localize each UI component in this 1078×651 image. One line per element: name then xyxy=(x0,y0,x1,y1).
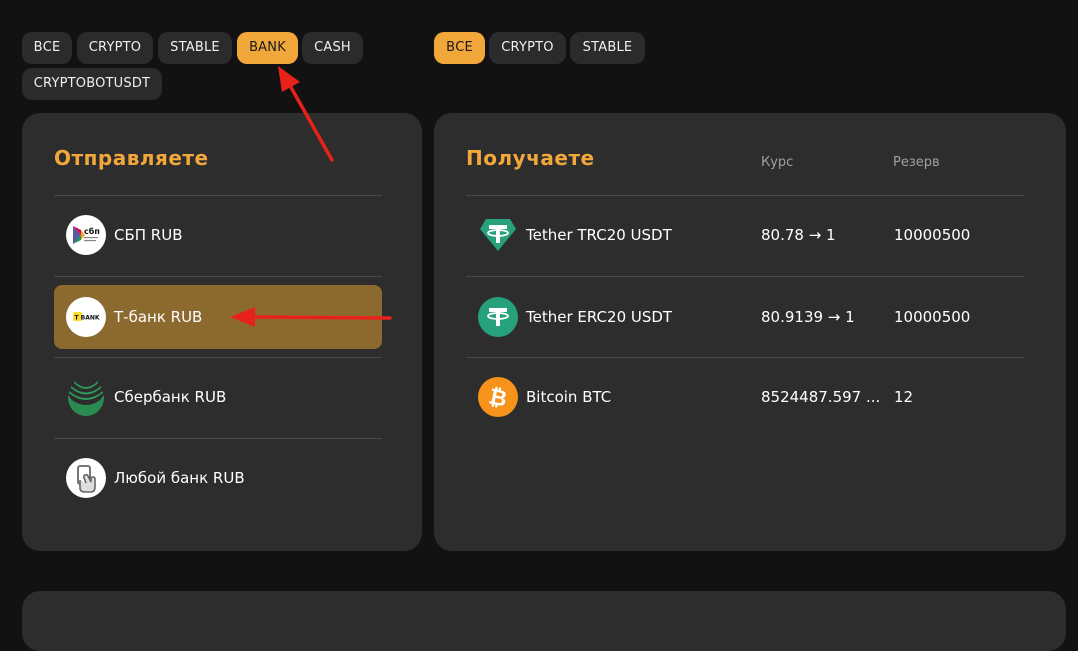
receive-item-reserve: 12 xyxy=(894,388,914,406)
send-item-sbp[interactable]: сбп СБП RUB xyxy=(54,203,382,267)
send-item-tbank[interactable]: T BANK Т-банк RUB xyxy=(54,285,382,349)
divider xyxy=(54,276,382,277)
receive-item-reserve: 10000500 xyxy=(894,226,971,244)
receive-item-rate: 80.78 → 1 xyxy=(761,226,836,244)
receive-item-bitcoin[interactable]: ₿ Bitcoin BTC 8524487.597 ... 12 xyxy=(466,365,1024,429)
tbank-logo-icon: T BANK xyxy=(66,297,106,337)
send-item-label: СБП RUB xyxy=(114,226,183,244)
send-filter-cryptobotusdt[interactable]: CRYPTOBOTUSDT xyxy=(22,68,162,100)
send-filter-bank[interactable]: BANK xyxy=(237,32,298,64)
receive-item-rate: 8524487.597 ... xyxy=(761,388,881,406)
receive-item-tether-trc20[interactable]: Tether TRC20 USDT 80.78 → 1 10000500 xyxy=(466,203,1024,267)
receive-panel: Получаете Курс Резерв Tether TRC20 USDT … xyxy=(434,113,1066,551)
send-item-label: Т-банк RUB xyxy=(114,308,203,326)
sbp-logo-icon: сбп xyxy=(66,215,106,255)
divider xyxy=(466,195,1024,196)
send-item-sberbank[interactable]: Сбербанк RUB xyxy=(54,365,382,429)
receive-item-label: Tether ERC20 USDT xyxy=(526,308,673,326)
receive-filter-all[interactable]: ВСЕ xyxy=(434,32,485,64)
send-panel-title: Отправляете xyxy=(54,146,209,170)
receive-panel-title: Получаете xyxy=(466,146,595,170)
receive-filter-stable[interactable]: STABLE xyxy=(570,32,645,64)
receive-item-tether-erc20[interactable]: Tether ERC20 USDT 80.9139 → 1 10000500 xyxy=(466,285,1024,349)
send-filter-crypto[interactable]: CRYPTO xyxy=(77,32,153,64)
divider xyxy=(54,195,382,196)
tether-trc20-icon xyxy=(478,215,518,255)
bitcoin-icon: ₿ xyxy=(478,377,518,417)
reserve-column-header: Резерв xyxy=(893,155,940,170)
receive-item-label: Tether TRC20 USDT xyxy=(526,226,672,244)
send-item-label: Сбербанк RUB xyxy=(114,388,227,406)
card-hand-icon xyxy=(66,458,106,498)
send-item-any-bank[interactable]: Любой банк RUB xyxy=(54,446,382,510)
receive-item-label: Bitcoin BTC xyxy=(526,388,612,406)
divider xyxy=(54,438,382,439)
receive-item-reserve: 10000500 xyxy=(894,308,971,326)
tether-erc20-icon xyxy=(478,297,518,337)
sberbank-logo-icon xyxy=(66,377,106,417)
divider xyxy=(54,357,382,358)
send-filter-all[interactable]: ВСЕ xyxy=(22,32,72,64)
receive-filter-crypto[interactable]: CRYPTO xyxy=(489,32,566,64)
rate-column-header: Курс xyxy=(761,155,794,170)
send-filter-cash[interactable]: CASH xyxy=(302,32,363,64)
divider xyxy=(466,357,1024,358)
sbp-logo-text: сбп xyxy=(84,226,100,236)
send-panel: Отправляете сбп СБП RUB T BANK Т-банк RU… xyxy=(22,113,422,551)
send-filter-stable[interactable]: STABLE xyxy=(158,32,232,64)
receive-item-rate: 80.9139 → 1 xyxy=(761,308,855,326)
svg-text:₿: ₿ xyxy=(486,384,509,412)
send-item-label: Любой банк RUB xyxy=(114,469,245,487)
tbank-logo-text: T BANK xyxy=(75,315,100,322)
divider xyxy=(466,276,1024,277)
bottom-panel xyxy=(22,591,1066,651)
